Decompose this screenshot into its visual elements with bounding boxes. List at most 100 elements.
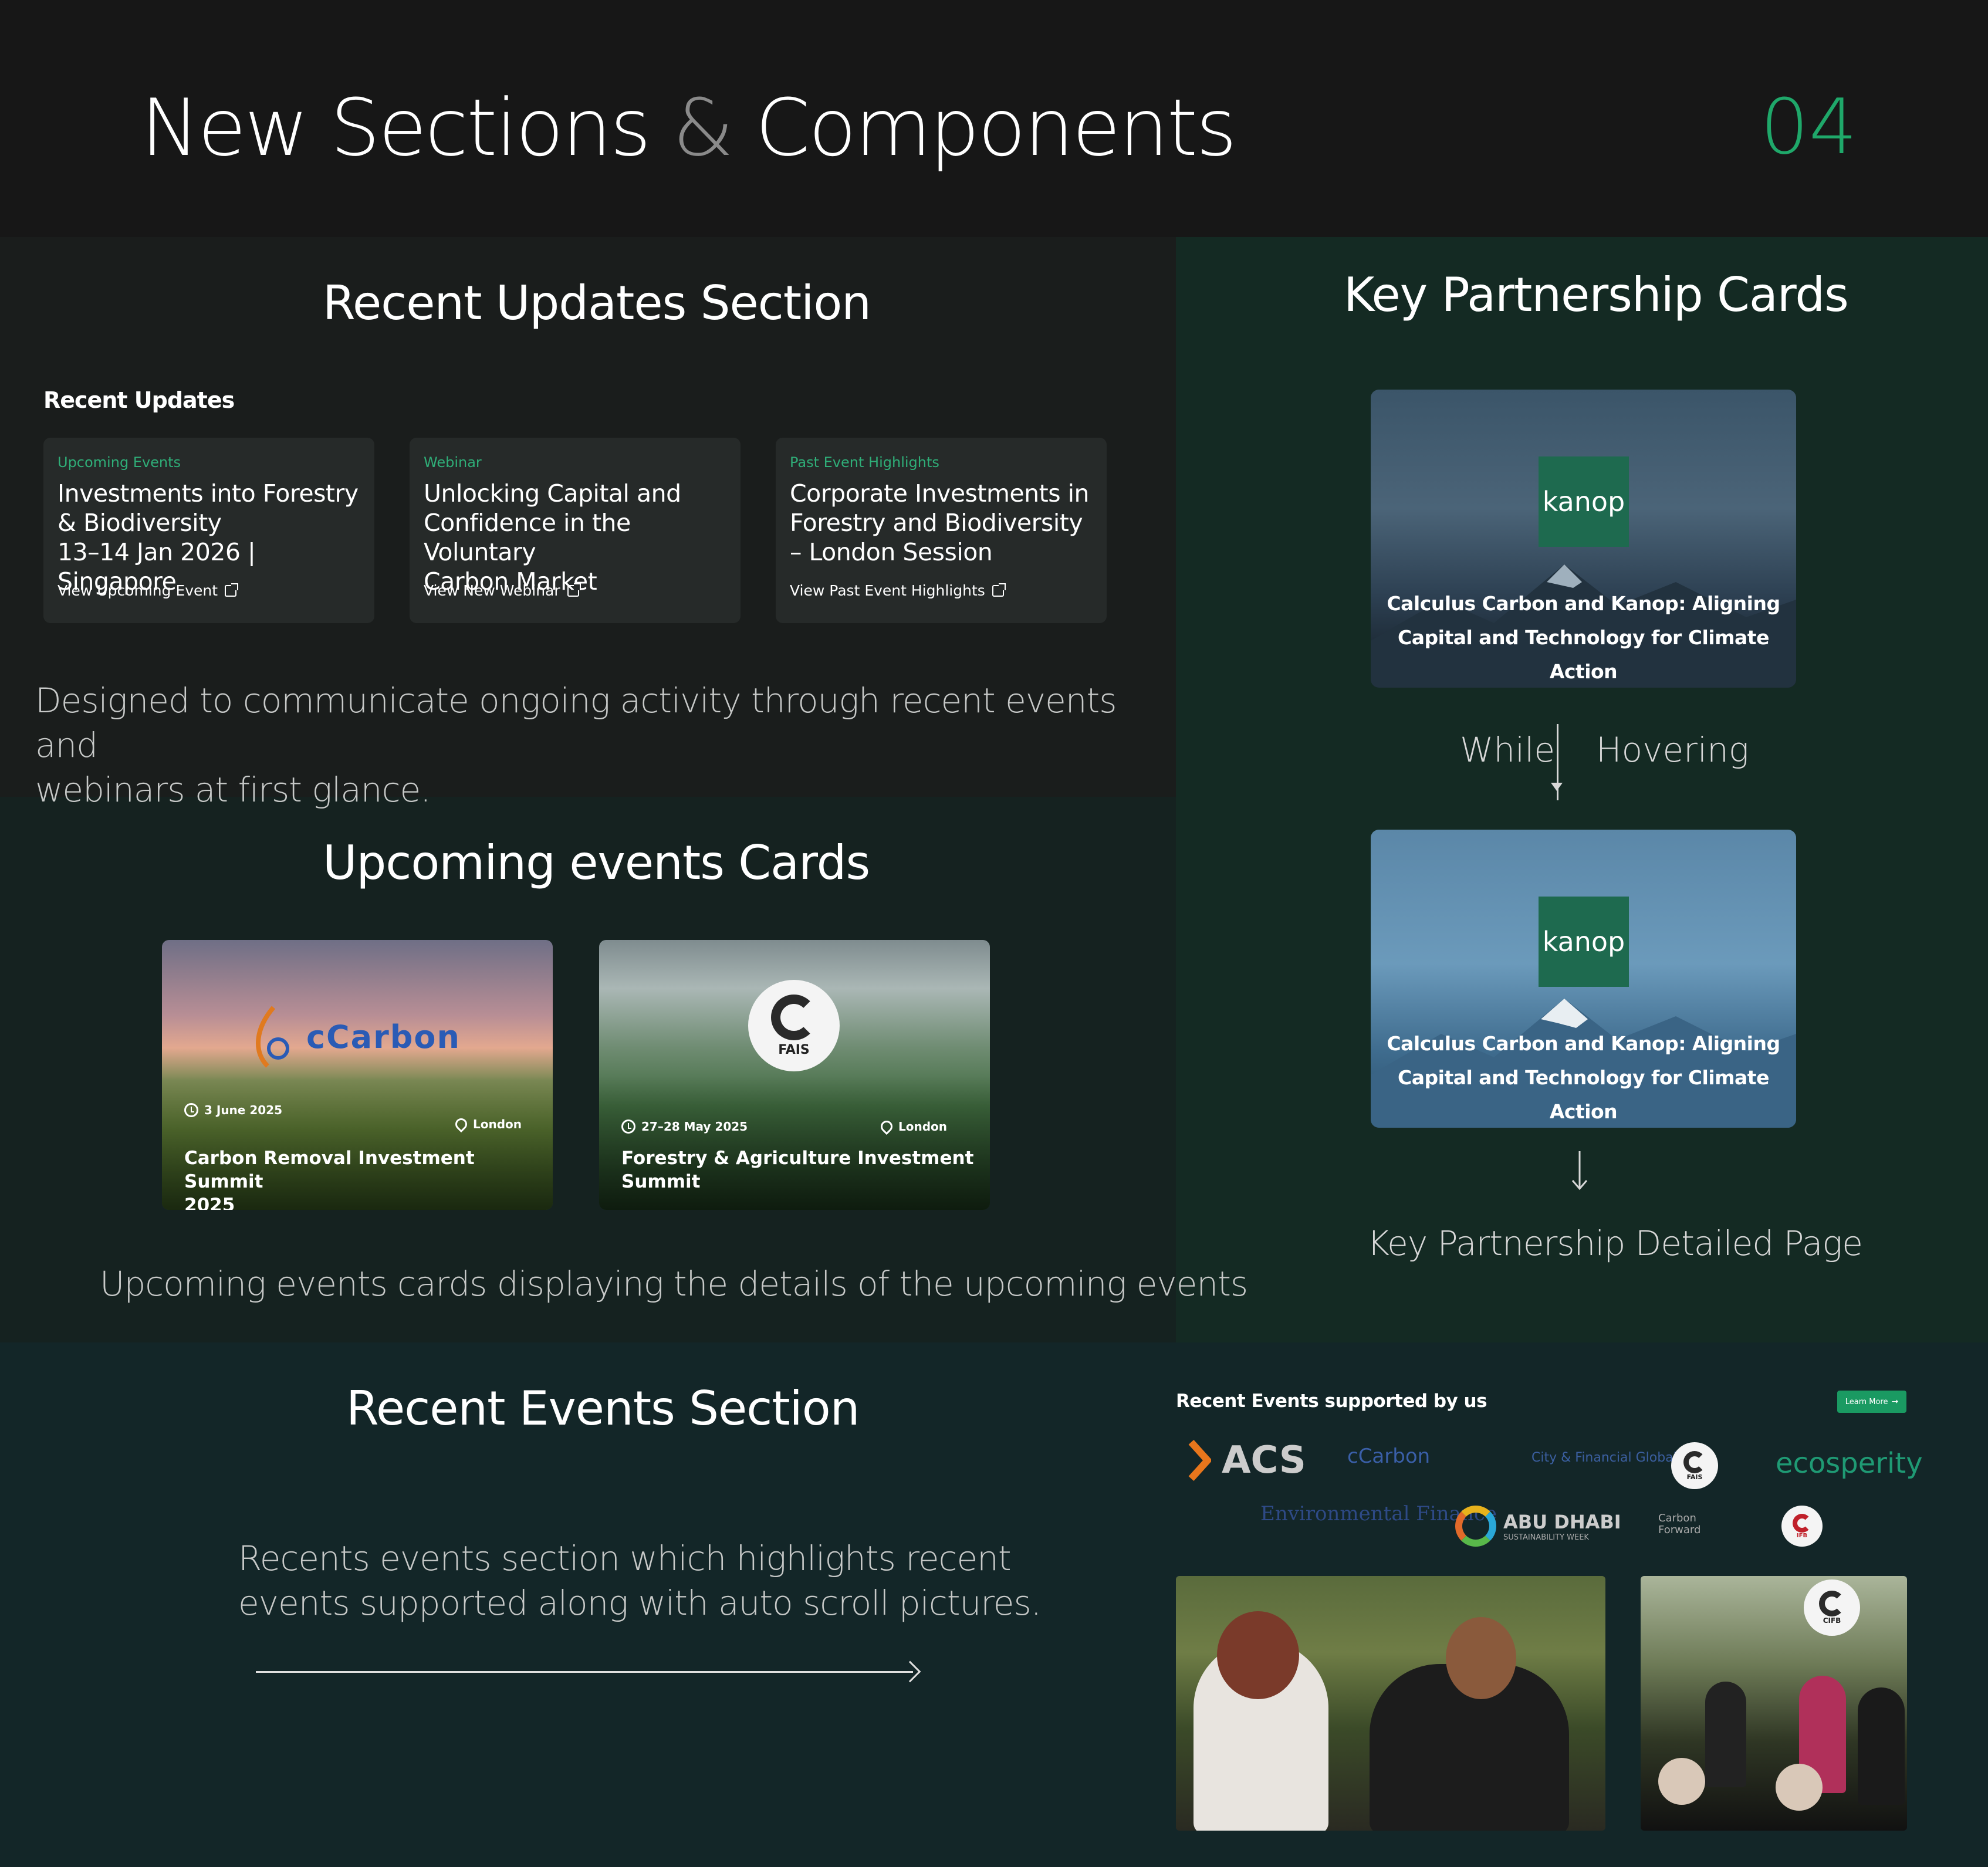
acs-wordmark: ACS <box>1222 1439 1306 1482</box>
partnership-title: Calculus Carbon and Kanop: Aligning Capi… <box>1371 1027 1796 1128</box>
partnership-title: Calculus Carbon and Kanop: Aligning Capi… <box>1371 587 1796 688</box>
update-card[interactable]: Upcoming Events Investments into Forestr… <box>43 438 374 623</box>
event-date: 27–28 May 2025 <box>621 1119 748 1134</box>
panelist-figure <box>1858 1687 1905 1805</box>
abu-dhabi-sustainability-logo: ABU DHABI SUSTAINABILITY WEEK <box>1455 1506 1621 1547</box>
event-date-text: 3 June 2025 <box>204 1103 282 1117</box>
ifb-logo: IFB <box>1781 1506 1823 1547</box>
partnership-title-line: Capital and Technology for Climate Actio… <box>1398 626 1769 683</box>
external-link-icon <box>225 583 239 597</box>
description-line: Recents events section which highlights … <box>238 1538 1012 1578</box>
recent-updates-heading: Recent Updates <box>43 387 235 413</box>
page-number: 04 <box>1760 82 1858 171</box>
update-title: Corporate Investments in Forestry and Bi… <box>790 479 1093 573</box>
hover-state-label: While Hovering <box>1460 730 1749 770</box>
external-link-icon <box>992 583 1006 597</box>
update-category: Upcoming Events <box>58 454 181 471</box>
clock-icon <box>621 1119 635 1134</box>
update-title-line: – London Session <box>790 538 993 566</box>
update-category: Webinar <box>424 454 482 471</box>
update-title-line: Confidence in the Voluntary <box>424 509 631 566</box>
link-label: View Past Event Highlights <box>790 582 985 599</box>
cifb-badge: CIFB <box>1804 1579 1860 1636</box>
title-part-1: New Sections <box>141 82 651 174</box>
speaker-head <box>1217 1611 1299 1699</box>
ccarbon-logo: cCarbon <box>250 1004 461 1069</box>
cifb-mark-icon <box>1819 1591 1845 1616</box>
city-financial-logo: City & Financial Global <box>1531 1450 1677 1465</box>
clock-icon <box>184 1103 198 1117</box>
location-pin-icon <box>452 1115 470 1133</box>
view-upcoming-event-link[interactable]: View Upcoming Event <box>58 582 360 599</box>
event-location: London <box>452 1115 522 1133</box>
event-location-text: London <box>473 1117 522 1131</box>
arrow-down-icon <box>1568 1150 1591 1197</box>
recent-events-supported-heading: Recent Events supported by us <box>1176 1391 1487 1412</box>
title-ampersand: & <box>672 82 733 174</box>
update-card[interactable]: Past Event Highlights Corporate Investme… <box>776 438 1107 623</box>
event-location-text: London <box>898 1119 948 1134</box>
external-link-icon <box>567 583 581 597</box>
key-partnership-detail-label: Key Partnership Detailed Page <box>1367 1223 1863 1263</box>
link-label: View Upcoming Event <box>58 582 218 599</box>
location-pin-icon <box>878 1118 895 1135</box>
event-date: 3 June 2025 <box>184 1103 282 1117</box>
stool <box>1658 1758 1705 1805</box>
fais-small-logo: FAIS <box>1671 1442 1718 1489</box>
recent-updates-section-title: Recent Updates Section <box>323 276 871 330</box>
fais-mark-icon <box>1683 1450 1706 1473</box>
update-title-line: Corporate Investments in <box>790 479 1090 508</box>
upcoming-events-section-title: Upcoming events Cards <box>323 836 870 890</box>
update-title: Investments into Forestry & Biodiversity… <box>58 479 360 596</box>
update-title-line: Investments into Forestry <box>58 479 359 508</box>
fais-logo: FAIS <box>748 980 840 1071</box>
kanop-logo: kanop <box>1539 897 1629 987</box>
update-category: Past Event Highlights <box>790 454 939 471</box>
partnership-card-hover[interactable]: kanop Calculus Carbon and Kanop: Alignin… <box>1371 830 1796 1128</box>
recent-updates-description: Designed to communicate ongoing activity… <box>35 678 1150 812</box>
ifb-text: IFB <box>1796 1532 1808 1539</box>
event-photo <box>1176 1576 1605 1831</box>
partnership-card[interactable]: kanop Calculus Carbon and Kanop: Alignin… <box>1371 390 1796 688</box>
learn-more-label: Learn More <box>1845 1397 1888 1406</box>
partnership-title-line: Calculus Carbon and Kanop: Aligning <box>1387 592 1780 615</box>
description-line: events supported along with auto scroll … <box>238 1583 1042 1623</box>
update-title-line: Unlocking Capital and <box>424 479 681 508</box>
update-title: Unlocking Capital and Confidence in the … <box>424 479 726 596</box>
arrow-down-svg <box>1571 1151 1588 1190</box>
event-title: Carbon Removal Investment Summit 2025 <box>184 1146 553 1210</box>
title-part-2: Components <box>755 82 1237 174</box>
fais-text: FAIS <box>1686 1473 1703 1481</box>
stool <box>1776 1764 1823 1811</box>
cifb-text: CIFB <box>1823 1616 1841 1625</box>
ccarbon-small-logo: cCarbon <box>1347 1445 1431 1468</box>
speaker-head <box>1446 1617 1516 1699</box>
view-new-webinar-link[interactable]: View New Webinar <box>424 582 726 599</box>
ecosperity-logo: ecosperity <box>1776 1447 1923 1480</box>
event-card[interactable]: FAIS 27–28 May 2025 London Forestry & Ag… <box>599 940 990 1210</box>
update-title-line: Forestry and Biodiversity <box>790 509 1083 537</box>
adsw-subtitle: SUSTAINABILITY WEEK <box>1503 1533 1589 1542</box>
learn-more-button[interactable]: Learn More → <box>1837 1391 1906 1413</box>
key-partnership-section-title: Key Partnership Cards <box>1344 268 1849 322</box>
view-past-event-highlights-link[interactable]: View Past Event Highlights <box>790 582 1093 599</box>
event-location: London <box>878 1118 948 1135</box>
update-card[interactable]: Webinar Unlocking Capital and Confidence… <box>410 438 741 623</box>
partnership-title-line: Calculus Carbon and Kanop: Aligning <box>1387 1032 1780 1055</box>
adsw-ring-icon <box>1455 1506 1496 1547</box>
arrow-down-icon <box>1551 783 1563 791</box>
event-title-line: Summit <box>621 1171 701 1192</box>
ifb-mark-icon <box>1793 1513 1811 1533</box>
event-title: Forestry & Agriculture Investment Summit <box>621 1146 973 1193</box>
link-label: View New Webinar <box>424 582 560 599</box>
ccarbon-swoosh-icon <box>256 1006 289 1068</box>
page-title: New Sections & Components <box>141 82 1237 174</box>
fais-text: FAIS <box>778 1042 810 1057</box>
hover-label-left: While <box>1460 730 1556 770</box>
event-title-line: Carbon Removal Investment Summit <box>184 1148 475 1192</box>
event-card[interactable]: cCarbon 3 June 2025 London Carbon Remova… <box>162 940 553 1210</box>
description-line: webinars at first glance. <box>35 770 431 810</box>
arrow-right-icon: → <box>1891 1397 1899 1406</box>
event-title-line: 2025 <box>184 1195 235 1210</box>
hover-label-right: Hovering <box>1596 730 1749 770</box>
